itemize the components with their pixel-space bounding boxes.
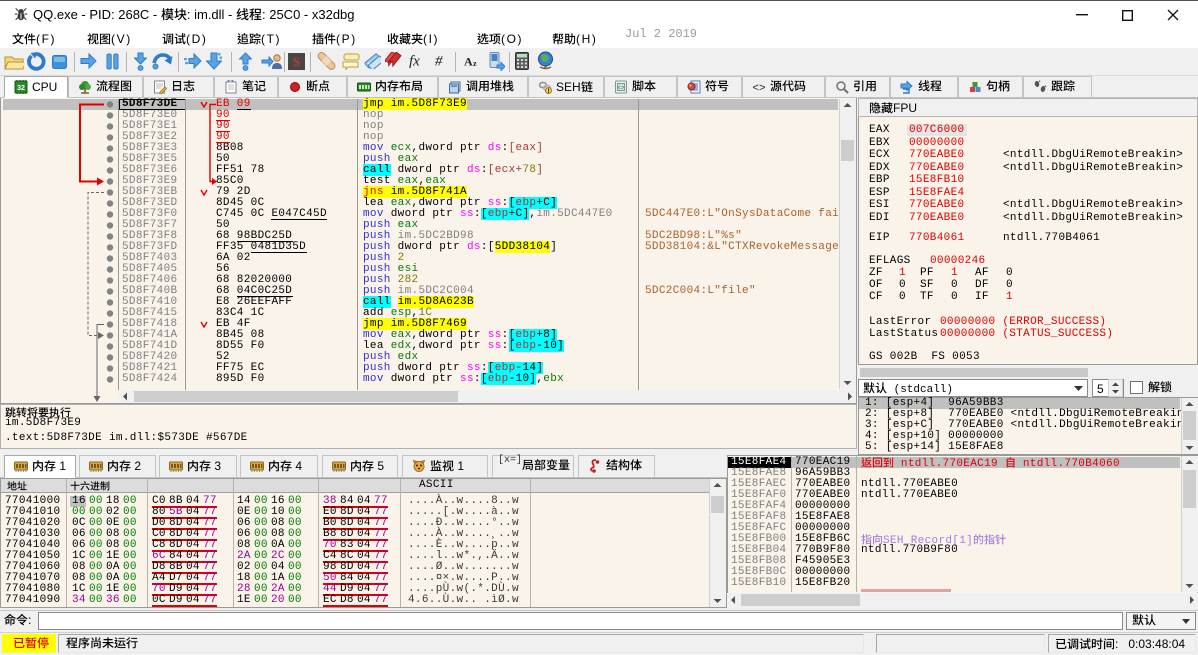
svg-text:fx: fx xyxy=(409,54,420,69)
svg-text:<>: <> xyxy=(617,85,625,92)
svg-text:#: # xyxy=(435,54,443,69)
svg-text:<>: <> xyxy=(752,83,765,94)
svg-text:z: z xyxy=(473,59,477,67)
svg-text:S: S xyxy=(293,54,300,69)
svg-text:32: 32 xyxy=(17,85,25,92)
svg-text:!: ! xyxy=(548,89,550,94)
svg-text:A: A xyxy=(464,55,473,67)
